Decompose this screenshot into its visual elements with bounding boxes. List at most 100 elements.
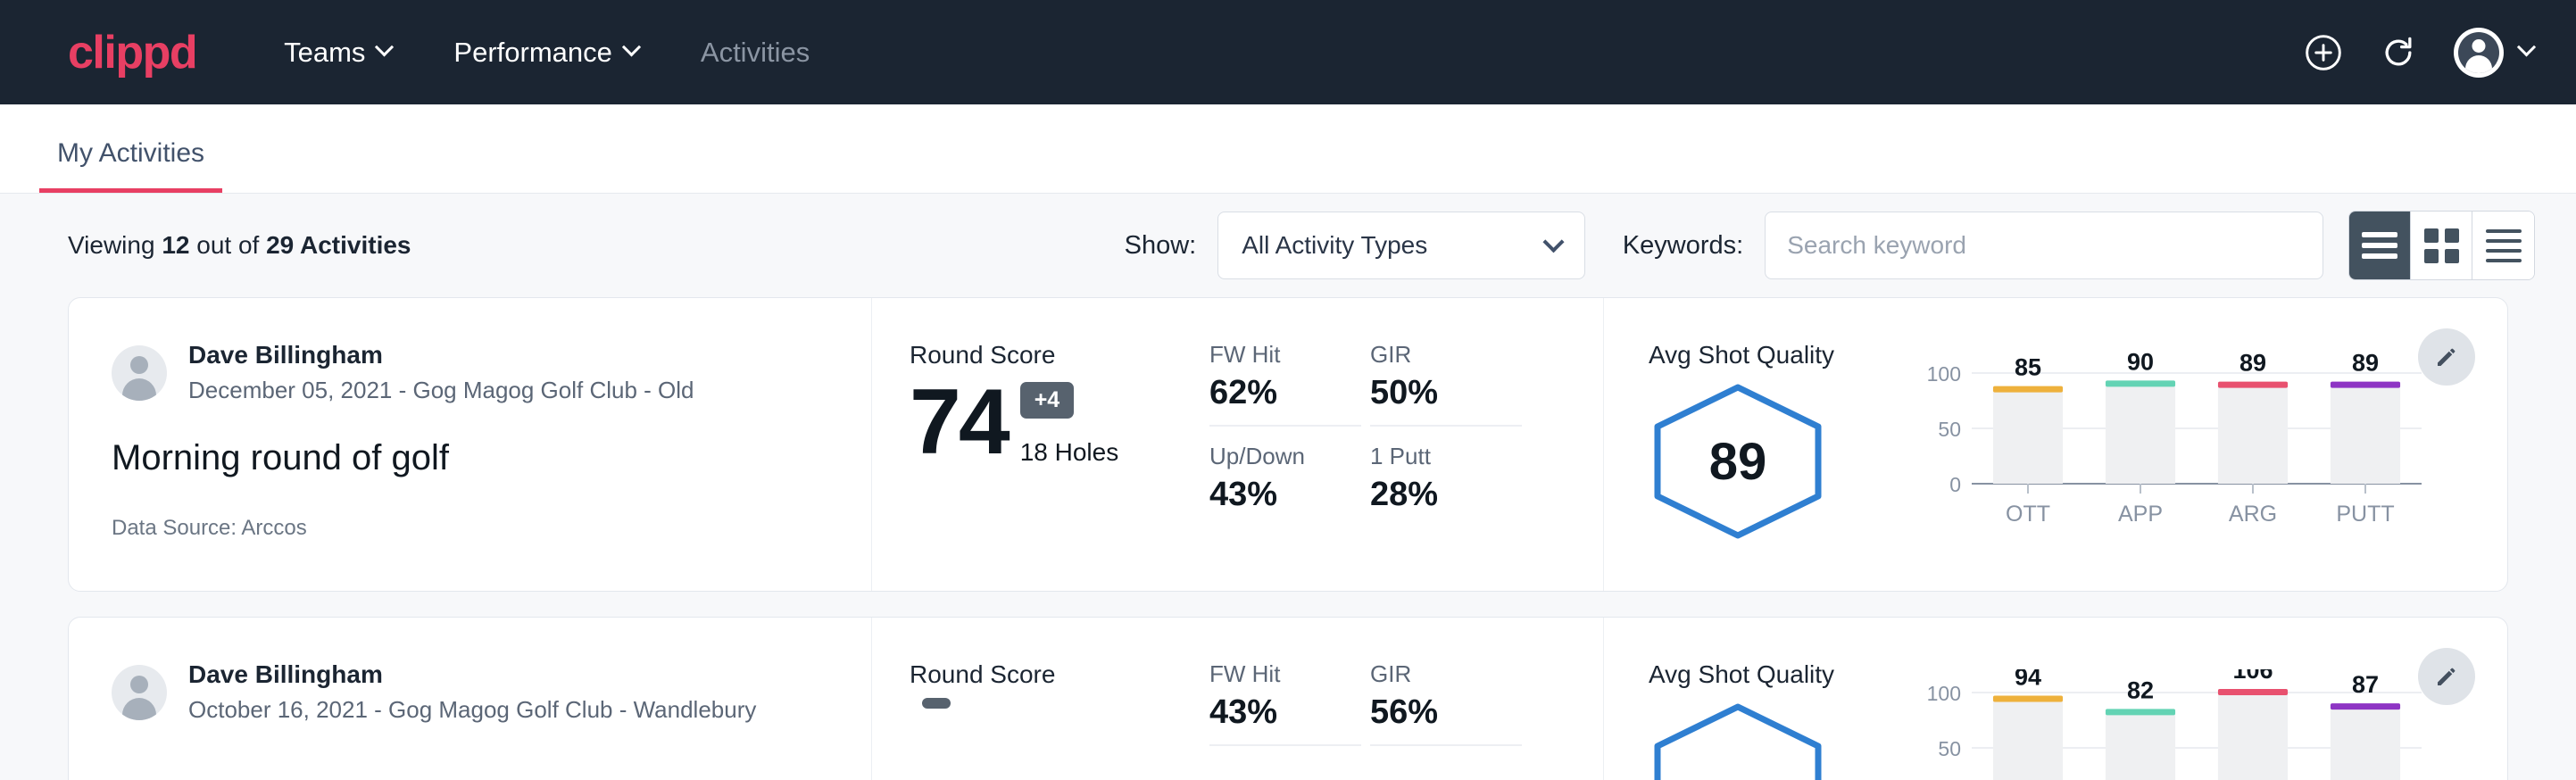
stat-label: GIR [1370, 341, 1522, 369]
top-nav-actions [2304, 28, 2533, 78]
stat-1-putt: 1 Putt 28% [1370, 443, 1522, 527]
add-circle-icon[interactable] [2304, 33, 2343, 72]
stats-grid: FW Hit 43% GIR 56% [1193, 618, 1604, 780]
avatar-head [130, 356, 148, 374]
nav-item-activities[interactable]: Activities [701, 37, 810, 69]
view-toggle-group [2348, 211, 2535, 280]
edit-activity-button[interactable] [2418, 648, 2475, 705]
stat-label: Up/Down [1209, 443, 1361, 470]
activity-user: Dave Billingham December 05, 2021 - Gog … [112, 341, 871, 404]
avg-shot-quality-value: 89 [1649, 382, 1827, 541]
activity-info-column: Dave Billingham December 05, 2021 - Gog … [69, 298, 872, 591]
edit-activity-button[interactable] [2418, 328, 2475, 386]
avatar [2454, 28, 2504, 78]
nav-item-teams[interactable]: Teams [284, 37, 391, 69]
activity-card-list: Dave Billingham December 05, 2021 - Gog … [0, 297, 2576, 780]
stat-value: 50% [1370, 374, 1522, 412]
refresh-icon[interactable] [2379, 33, 2418, 72]
show-label: Show: [1125, 231, 1197, 261]
round-score-label: Round Score [910, 341, 1193, 369]
svg-text:100: 100 [1927, 682, 1961, 705]
svg-text:OTT: OTT [2006, 502, 2050, 527]
stat-up-down: Up/Down 43% [1209, 443, 1361, 527]
nav-item-performance-label: Performance [453, 37, 611, 69]
avatar-head [130, 676, 148, 693]
avatar [112, 345, 167, 401]
score-diff-badge: +4 [1020, 382, 1075, 419]
avg-shot-quality-label: Avg Shot Quality [1649, 341, 1916, 369]
quality-summary: Avg Shot Quality [1649, 660, 1916, 780]
quality-hexagon: 89 [1649, 382, 1827, 541]
stat-label: FW Hit [1209, 660, 1361, 688]
stat-value: 62% [1209, 374, 1361, 412]
stat-up-down [1209, 762, 1361, 780]
shot-quality-chart: 05010085OTT90APP89ARG89PUTT [1916, 341, 2507, 591]
quality-summary: Avg Shot Quality 89 [1649, 341, 1916, 591]
compact-view-button[interactable] [2472, 212, 2534, 279]
stat-fw-hit: FW Hit 43% [1209, 660, 1361, 746]
nav-item-activities-label: Activities [701, 37, 810, 69]
viewing-count-text: Viewing 12 out of 29 Activities [68, 231, 411, 260]
round-score-row [910, 698, 1193, 728]
round-score-column: Round Score [872, 618, 1193, 780]
svg-text:100: 100 [1927, 362, 1961, 386]
activity-card[interactable]: Dave Billingham December 05, 2021 - Gog … [68, 297, 2508, 592]
pencil-icon [2433, 344, 2460, 370]
activities-toolbar: Viewing 12 out of 29 Activities Show: Al… [0, 194, 2576, 297]
svg-text:50: 50 [1938, 418, 1961, 441]
svg-text:50: 50 [1938, 737, 1961, 760]
chevron-down-icon [1543, 231, 1565, 253]
svg-text:ARG: ARG [2229, 502, 2277, 527]
avatar [112, 665, 167, 720]
activity-meta: October 16, 2021 - Gog Magog Golf Club -… [188, 696, 756, 724]
chevron-down-icon [375, 37, 394, 56]
tab-bar: My Activities [0, 104, 2576, 194]
top-navigation-bar: clippd Teams Performance Activities [0, 0, 2576, 104]
search-input[interactable] [1765, 212, 2323, 279]
list-view-button[interactable] [2349, 212, 2411, 279]
stats-grid: FW Hit 62% GIR 50% Up/Down 43% 1 Putt 28… [1193, 298, 1604, 591]
round-score-value: 74 [910, 378, 1008, 467]
round-score-column: Round Score 74 +4 18 Holes [872, 298, 1193, 591]
avatar-body [122, 698, 156, 720]
stat-value: 28% [1370, 476, 1522, 514]
activity-user-text: Dave Billingham October 16, 2021 - Gog M… [188, 660, 756, 724]
activity-meta: December 05, 2021 - Gog Magog Golf Club … [188, 377, 694, 404]
user-name: Dave Billingham [188, 341, 694, 369]
svg-text:90: 90 [2127, 350, 2154, 375]
round-score-row: 74 +4 18 Holes [910, 378, 1193, 467]
stat-label: FW Hit [1209, 341, 1361, 369]
stat-value: 43% [1209, 693, 1361, 732]
activity-type-select-value: All Activity Types [1242, 231, 1546, 260]
stat-label: GIR [1370, 660, 1522, 688]
activity-info-column: Dave Billingham October 16, 2021 - Gog M… [69, 618, 872, 780]
svg-text:87: 87 [2352, 671, 2379, 698]
svg-text:APP: APP [2118, 502, 2163, 527]
stat-1-putt [1370, 762, 1522, 780]
activity-title: Morning round of golf [112, 438, 871, 478]
activity-user-text: Dave Billingham December 05, 2021 - Gog … [188, 341, 694, 404]
grid-view-button[interactable] [2411, 212, 2472, 279]
chevron-down-icon [2517, 37, 2536, 56]
avg-shot-quality-value [1649, 701, 1827, 780]
viewing-count: 12 [162, 231, 189, 259]
viewing-mid: out of [189, 231, 266, 259]
shot-quality-bar-chart: 05010094OTT82APP106ARG87PUTT [1916, 669, 2434, 780]
avatar-head [2472, 39, 2486, 53]
account-menu[interactable] [2454, 28, 2533, 78]
activity-type-select[interactable]: All Activity Types [1217, 212, 1585, 279]
avatar-body [2465, 55, 2492, 73]
activity-user: Dave Billingham October 16, 2021 - Gog M… [112, 660, 871, 724]
nav-item-teams-label: Teams [284, 37, 365, 69]
tab-my-activities[interactable]: My Activities [39, 138, 222, 193]
stat-gir: GIR 56% [1370, 660, 1522, 746]
chevron-down-icon [622, 37, 641, 56]
clippd-logo[interactable]: clippd [68, 29, 196, 76]
stat-label: 1 Putt [1370, 443, 1522, 470]
activity-data-source: Data Source: Arccos [112, 516, 871, 541]
activity-card[interactable]: Dave Billingham October 16, 2021 - Gog M… [68, 617, 2508, 780]
nav-item-performance[interactable]: Performance [453, 37, 637, 69]
shot-quality-bar-chart: 05010085OTT90APP89ARG89PUTT [1916, 350, 2434, 542]
pencil-icon [2433, 663, 2460, 690]
viewing-prefix: Viewing [68, 231, 162, 259]
